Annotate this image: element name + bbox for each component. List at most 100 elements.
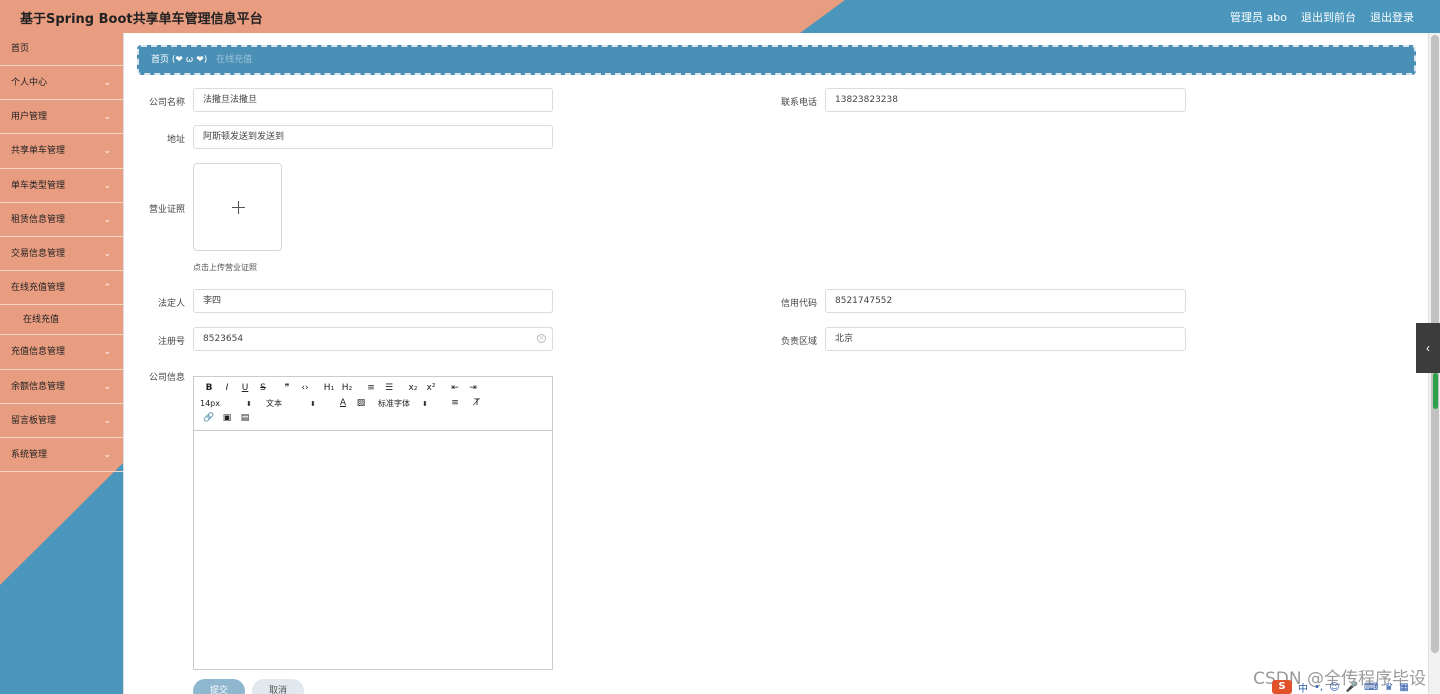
toolbar-row-1: B I U S ❞ ‹› H₁ H₂ ≡ ☰ x₂ x² ⇤ ⇥ (200, 381, 546, 395)
rich-text-editor: B I U S ❞ ‹› H₁ H₂ ≡ ☰ x₂ x² ⇤ ⇥ 14px ⬍ 文… (193, 376, 553, 670)
underline-button[interactable]: U (236, 383, 254, 393)
clear-icon[interactable]: × (537, 334, 546, 343)
chevron-down-icon: ⌄ (103, 248, 111, 259)
chevron-down-icon: ⌄ (103, 415, 111, 426)
ordered-list-button[interactable]: ≡ (362, 383, 380, 393)
sidebar-item-balance-info[interactable]: 余额信息管理 ⌄ (0, 370, 123, 404)
superscript-button[interactable]: x² (422, 383, 440, 393)
ime-logo-icon[interactable]: S (1272, 680, 1292, 694)
breadcrumb-emoticon: (❤ ω ❤) (171, 55, 208, 65)
outdent-button[interactable]: ⇤ (446, 383, 464, 393)
region-label: 负责区域 (780, 337, 817, 347)
video-button[interactable]: ▤ (236, 413, 254, 423)
sidebar: 首页 个人中心 ⌄ 用户管理 ⌄ 共享单车管理 ⌄ 单车类型管理 ⌄ 租赁信息管理 ⌄ 交… (0, 33, 123, 694)
microphone-icon[interactable]: 🎤 (1346, 682, 1358, 693)
align-button[interactable]: ≡ (446, 398, 464, 408)
sidebar-menu: 首页 个人中心 ⌄ 用户管理 ⌄ 共享单车管理 ⌄ 单车类型管理 ⌄ 租赁信息管理 ⌄ 交… (0, 33, 123, 473)
sidebar-item-profile[interactable]: 个人中心 ⌄ (0, 66, 123, 101)
emoji-icon[interactable]: ☺ (1329, 682, 1339, 693)
legal-person-input[interactable]: 李四 (193, 289, 553, 313)
sidebar-subitem-online-recharge[interactable]: 在线充值 (0, 305, 123, 336)
top-header: 基于Spring Boot共享单车管理信息平台 管理员 abo 退出到前台 退出… (0, 0, 1440, 33)
address-input[interactable]: 阿斯顿发送到发送到 (193, 125, 553, 149)
sidebar-item-system[interactable]: 系统管理 ⌄ (0, 438, 123, 473)
logout-link[interactable]: 退出登录 (1370, 9, 1414, 25)
breadcrumb: 首页 (❤ ω ❤) 在线充值 (137, 45, 1416, 75)
heading2-button[interactable]: H₂ (338, 383, 356, 393)
select-arrow-icon: ⬍ (246, 399, 252, 408)
editor-toolbar: B I U S ❞ ‹› H₁ H₂ ≡ ☰ x₂ x² ⇤ ⇥ 14px ⬍ 文… (194, 377, 552, 431)
italic-button[interactable]: I (218, 383, 236, 393)
skin-icon[interactable]: ♛ (1384, 682, 1393, 693)
legal-person-label: 法定人 (157, 299, 185, 309)
font-family-select[interactable]: 标准字体 ⬍ (378, 398, 446, 409)
company-name-label: 公司名称 (148, 98, 185, 108)
toolbox-icon[interactable]: ▦ (1399, 682, 1408, 693)
chevron-up-icon: ⌃ (103, 283, 111, 294)
license-upload-hint: 点击上传营业证照 (193, 263, 257, 272)
license-upload-button[interactable] (193, 163, 282, 251)
chevron-down-icon: ⌄ (103, 449, 111, 460)
sidebar-item-recharge-info[interactable]: 充值信息管理 ⌄ (0, 335, 123, 370)
address-label: 地址 (166, 135, 185, 145)
strikethrough-button[interactable]: S (254, 383, 272, 393)
chevron-left-icon: ‹ (1426, 341, 1430, 355)
company-name-input[interactable]: 法撒旦法撒旦 (193, 88, 553, 112)
sidebar-item-bikes[interactable]: 共享单车管理 ⌄ (0, 134, 123, 169)
editor-content-area[interactable] (194, 431, 552, 669)
back-to-frontend-link[interactable]: 退出到前台 (1301, 9, 1356, 25)
sidebar-item-home[interactable]: 首页 (0, 33, 123, 66)
submit-button[interactable]: 提交 (193, 679, 245, 694)
toolbar-row-2: 14px ⬍ 文本 ⬍ A ▨ 标准字体 ⬍ ≡ T̸ (200, 396, 546, 410)
breadcrumb-home[interactable]: 首页 (151, 55, 169, 65)
link-button[interactable]: 🔗 (200, 413, 218, 423)
company-info-label: 公司信息 (148, 373, 185, 383)
phone-label: 联系电话 (780, 98, 817, 108)
bold-button[interactable]: B (200, 383, 218, 393)
bullet-list-button[interactable]: ☰ (380, 383, 398, 393)
font-color-button[interactable]: A (334, 398, 352, 408)
chevron-down-icon: ⌄ (103, 214, 111, 225)
sidebar-item-messages[interactable]: 留言板管理 ⌄ (0, 404, 123, 438)
punctuation-icon[interactable]: •, (1314, 682, 1323, 693)
main-content: 首页 (❤ ω ❤) 在线充值 公司名称 法撒旦法撒旦 联系电话 1382382… (123, 33, 1428, 694)
code-block-button[interactable]: ‹› (296, 383, 314, 393)
header-links: 管理员 abo 退出到前台 退出登录 (1230, 9, 1414, 25)
sidebar-item-transactions[interactable]: 交易信息管理 ⌄ (0, 237, 123, 272)
chevron-down-icon: ⌄ (103, 347, 111, 358)
reg-no-label: 注册号 (157, 337, 185, 347)
side-panel-toggle[interactable]: ‹ (1416, 323, 1440, 373)
cancel-button[interactable]: 取消 (252, 679, 304, 694)
phone-input[interactable]: 13823823238 (825, 88, 1186, 112)
side-panel-indicator (1433, 373, 1438, 409)
chevron-down-icon: ⌄ (103, 112, 111, 123)
select-arrow-icon: ⬍ (422, 399, 428, 408)
subscript-button[interactable]: x₂ (404, 383, 422, 393)
region-input[interactable]: 北京 (825, 327, 1186, 351)
chevron-down-icon: ⌄ (103, 180, 111, 191)
sidebar-item-rentals[interactable]: 租赁信息管理 ⌄ (0, 203, 123, 237)
image-button[interactable]: ▣ (218, 413, 236, 423)
blockquote-button[interactable]: ❞ (278, 383, 296, 393)
reg-no-input[interactable]: 8523654 × (193, 327, 553, 351)
font-size-select[interactable]: 14px ⬍ (200, 399, 266, 408)
clear-format-button[interactable]: T̸ (468, 398, 486, 408)
chevron-down-icon: ⌄ (103, 146, 111, 157)
keyboard-icon[interactable]: ⌨ (1364, 682, 1378, 693)
indent-button[interactable]: ⇥ (464, 383, 482, 393)
background-color-button[interactable]: ▨ (352, 398, 370, 408)
ime-toolbar: S 中 •, ☺ 🎤 ⌨ ♛ ▦ (1272, 680, 1440, 694)
sidebar-item-bike-types[interactable]: 单车类型管理 ⌄ (0, 169, 123, 203)
ime-lang-toggle[interactable]: 中 (1298, 680, 1308, 694)
license-label: 营业证照 (148, 205, 185, 215)
chevron-down-icon: ⌄ (103, 78, 111, 88)
chevron-down-icon: ⌄ (103, 381, 111, 392)
select-arrow-icon: ⬍ (310, 399, 316, 408)
admin-user-link[interactable]: 管理员 abo (1230, 9, 1287, 25)
sidebar-item-users[interactable]: 用户管理 ⌄ (0, 100, 123, 135)
heading1-button[interactable]: H₁ (320, 383, 338, 393)
credit-code-input[interactable]: 8521747552 (825, 289, 1186, 313)
toolbar-row-3: 🔗 ▣ ▤ (200, 411, 546, 425)
text-type-select[interactable]: 文本 ⬍ (266, 398, 334, 409)
sidebar-item-online-recharge[interactable]: 在线充值管理 ⌃ (0, 271, 123, 306)
